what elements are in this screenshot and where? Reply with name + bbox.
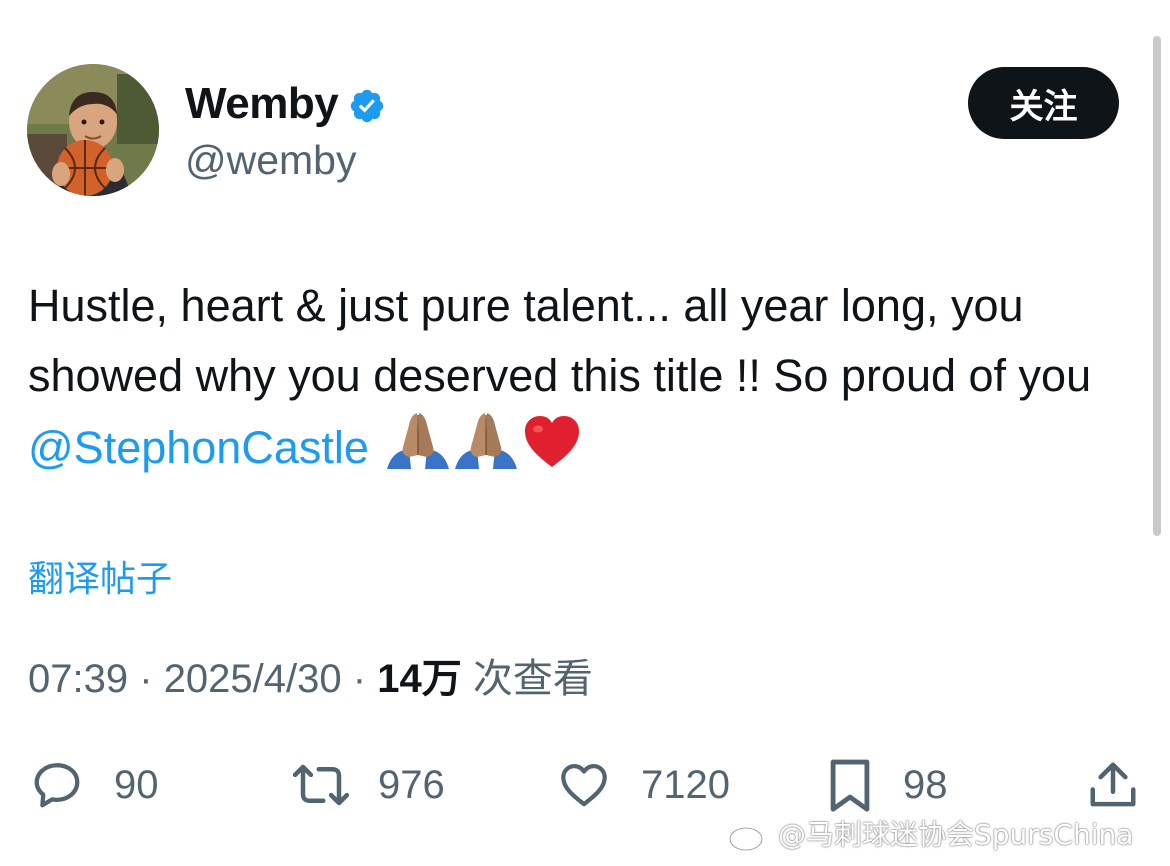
action-bar: 90 976 7120 98 [0,755,1170,815]
watermark-text: @马刺球迷协会SpursChina [778,818,1134,851]
bookmark-button[interactable]: 98 [825,755,948,815]
bookmark-icon [830,759,870,812]
reply-icon [34,763,80,808]
tweet-date[interactable]: 2025/4/30 [164,657,342,701]
mention-link[interactable]: @StephonCastle [28,422,369,473]
share-icon [1090,762,1136,807]
tweet-text: Hustle, heart & just pure talent... all … [28,271,1108,489]
weibo-logo-icon [728,821,770,852]
share-button[interactable] [1086,755,1140,815]
meta-separator: · [139,657,153,701]
verified-badge-icon [348,85,386,123]
meta-separator: · [352,657,367,701]
like-count: 7120 [641,762,730,807]
bookmark-count: 98 [903,762,948,807]
display-name-text: Wemby [185,79,339,128]
translate-post-link[interactable]: 翻译帖子 [28,556,172,604]
retweet-icon [292,764,350,806]
praying-hands-icon [387,411,450,489]
red-heart-icon [523,415,581,489]
avatar[interactable] [27,64,159,196]
views-count: 14万 [377,657,462,701]
retweet-button[interactable]: 976 [288,755,445,815]
reply-button[interactable]: 90 [28,755,159,815]
avatar-image [27,64,159,196]
scrollbar[interactable] [1153,36,1161,536]
user-handle[interactable]: @wemby [185,135,357,185]
display-name[interactable]: Wemby [185,78,386,130]
tweet-body: Hustle, heart & just pure talent... all … [28,280,1092,401]
views-label: 次查看 [472,656,593,702]
heart-icon [561,763,607,807]
follow-button[interactable]: 关注 [968,67,1119,139]
praying-hands-icon [455,411,518,489]
tweet-time[interactable]: 07:39 [28,657,128,701]
retweet-count: 976 [378,762,445,807]
like-button[interactable]: 7120 [555,755,730,815]
tweet-meta: 07:39 · 2025/4/30 · 14万 次查看 [28,654,593,704]
weibo-watermark: @马刺球迷协会SpursChina [728,815,1133,855]
reply-count: 90 [114,762,159,807]
